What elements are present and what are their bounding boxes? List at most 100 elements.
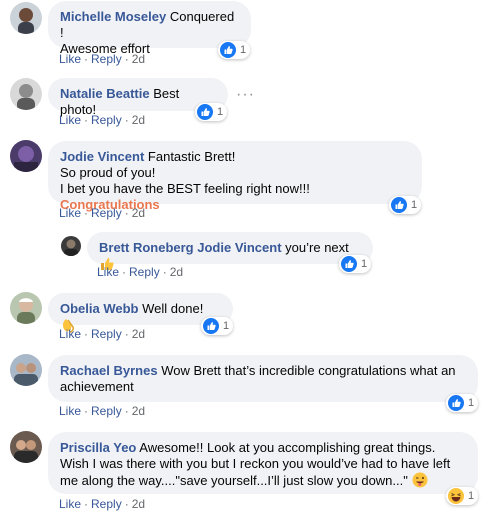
comment-text: I bet you have the BEST feeling right no… xyxy=(60,181,310,196)
like-icon xyxy=(448,395,464,411)
reply-button[interactable]: Reply xyxy=(91,52,122,66)
timestamp[interactable]: 2d xyxy=(132,404,145,418)
like-icon xyxy=(197,104,213,120)
comment-actions: Like · Reply · 2d xyxy=(59,404,145,418)
reply-button[interactable]: Reply xyxy=(91,404,122,418)
like-button[interactable]: Like xyxy=(59,52,81,66)
separator-dot: · xyxy=(84,497,89,511)
reaction-count[interactable]: 1 xyxy=(389,196,422,214)
timestamp[interactable]: 2d xyxy=(132,497,145,511)
comment-author[interactable]: Jodie Vincent xyxy=(60,149,144,164)
winking-tongue-emoji-icon xyxy=(412,472,427,488)
avatar-photo xyxy=(10,2,42,34)
comment-author[interactable]: Rachael Byrnes xyxy=(60,363,158,378)
haha-icon xyxy=(448,488,464,504)
comment-text: Fantastic Brett! xyxy=(147,149,236,164)
comment-text: you’re next xyxy=(285,240,349,255)
comment-actions: Like · Reply · 2d xyxy=(59,113,145,127)
comment-author[interactable]: Michelle Moseley xyxy=(60,9,166,24)
reaction-count-value: 1 xyxy=(411,199,418,211)
avatar-photo xyxy=(10,140,42,172)
reply-button[interactable]: Reply xyxy=(129,265,160,279)
separator-dot: · xyxy=(124,404,129,418)
separator-dot: · xyxy=(124,497,129,511)
reaction-count-value: 1 xyxy=(468,490,475,502)
comment-text: me along the way...."save yourself...I’l… xyxy=(60,473,408,488)
avatar[interactable] xyxy=(10,140,42,172)
separator-dot: · xyxy=(84,113,89,127)
reply-button[interactable]: Reply xyxy=(91,497,122,511)
like-icon xyxy=(220,42,236,58)
reaction-count-value: 1 xyxy=(361,258,368,270)
reaction-count[interactable]: 1 xyxy=(339,255,372,273)
reaction-count-value: 1 xyxy=(468,397,475,409)
reaction-count[interactable]: 1 xyxy=(446,394,479,412)
reaction-count[interactable]: 1 xyxy=(446,487,479,505)
comment-bubble: Priscilla Yeo Awesome!! Look at you acco… xyxy=(48,432,478,494)
like-button[interactable]: Like xyxy=(59,206,81,220)
like-icon xyxy=(391,197,407,213)
reaction-count[interactable]: 1 xyxy=(201,317,234,335)
comment-actions: Like · Reply · 2d xyxy=(59,206,145,220)
separator-dot: · xyxy=(84,206,89,220)
avatar-photo xyxy=(10,292,42,324)
comment-bubble: Rachael Byrnes Wow Brett that’s incredib… xyxy=(48,355,478,402)
avatar-photo xyxy=(10,431,42,463)
comment-author[interactable]: Priscilla Yeo xyxy=(60,440,136,455)
separator-dot: · xyxy=(124,206,129,220)
comment-author[interactable]: Brett Roneberg xyxy=(99,240,194,255)
comment-actions: Like · Reply · 2d xyxy=(59,327,145,341)
reaction-count-value: 1 xyxy=(240,44,247,56)
like-button[interactable]: Like xyxy=(97,265,119,279)
avatar[interactable] xyxy=(10,78,42,110)
like-button[interactable]: Like xyxy=(59,113,81,127)
separator-dot: · xyxy=(124,113,129,127)
comment-text: Well done! xyxy=(142,301,204,316)
avatar[interactable] xyxy=(10,354,42,386)
reaction-count-value: 1 xyxy=(217,106,224,118)
comment-text: achievement xyxy=(60,379,134,394)
reply-button[interactable]: Reply xyxy=(91,206,122,220)
comment-text: Wish I was there with you but I reckon y… xyxy=(60,456,451,471)
comment-text: So proud of you! xyxy=(60,165,156,180)
comment-bubble: Jodie Vincent Fantastic Brett! So proud … xyxy=(48,141,422,212)
like-icon xyxy=(203,318,219,334)
separator-dot: · xyxy=(84,327,89,341)
like-button[interactable]: Like xyxy=(59,404,81,418)
comment-actions: Like · Reply · 2d xyxy=(59,52,145,66)
mention-link[interactable]: Jodie Vincent xyxy=(197,240,281,255)
avatar-photo xyxy=(61,236,81,256)
reaction-count-value: 1 xyxy=(223,320,230,332)
separator-dot: · xyxy=(124,52,129,66)
timestamp[interactable]: 2d xyxy=(170,265,183,279)
timestamp[interactable]: 2d xyxy=(132,206,145,220)
comment-text: Awesome!! Look at you accomplishing grea… xyxy=(139,440,436,455)
avatar[interactable] xyxy=(10,431,42,463)
reply-button[interactable]: Reply xyxy=(91,113,122,127)
separator-dot: · xyxy=(162,265,167,279)
comment-actions: Like · Reply · 2d xyxy=(59,497,145,511)
reply-bubble: Brett Roneberg Jodie Vincent you’re next xyxy=(87,232,373,270)
like-icon xyxy=(341,256,357,272)
like-button[interactable]: Like xyxy=(59,497,81,511)
timestamp[interactable]: 2d xyxy=(132,52,145,66)
more-options-icon[interactable]: ··· xyxy=(236,86,255,104)
comment-text: Wow Brett that’s incredible congratulati… xyxy=(161,363,456,378)
avatar[interactable] xyxy=(61,236,81,256)
like-button[interactable]: Like xyxy=(59,327,81,341)
reaction-count[interactable]: 1 xyxy=(195,103,228,121)
separator-dot: · xyxy=(124,327,129,341)
separator-dot: · xyxy=(122,265,127,279)
timestamp[interactable]: 2d xyxy=(132,327,145,341)
separator-dot: · xyxy=(84,52,89,66)
comment-bubble: Michelle Moseley Conquered ! Awesome eff… xyxy=(48,1,251,56)
reply-button[interactable]: Reply xyxy=(91,327,122,341)
timestamp[interactable]: 2d xyxy=(132,113,145,127)
separator-dot: · xyxy=(84,404,89,418)
comment-actions: Like · Reply · 2d xyxy=(97,265,183,279)
avatar[interactable] xyxy=(10,2,42,34)
comment-author[interactable]: Obelia Webb xyxy=(60,301,139,316)
reaction-count[interactable]: 1 xyxy=(218,41,251,59)
comment-author[interactable]: Natalie Beattie xyxy=(60,86,150,101)
avatar[interactable] xyxy=(10,292,42,324)
